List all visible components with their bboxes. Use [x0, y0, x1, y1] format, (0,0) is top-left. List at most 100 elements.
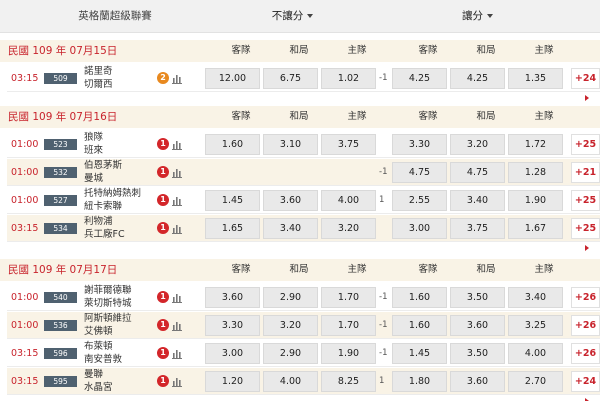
stats-chart-icon[interactable]: [172, 376, 182, 387]
stats-chart-icon[interactable]: [172, 195, 182, 206]
odds-button[interactable]: 4.00: [321, 190, 376, 211]
bet-type-badge: 1: [157, 291, 169, 303]
handicap-odds-button[interactable]: 3.20: [450, 134, 505, 155]
bet-type-badge: 1: [157, 347, 169, 359]
home-team-name: 切爾西: [84, 78, 113, 90]
handicap-odds-button[interactable]: 4.25: [450, 68, 505, 89]
column-header-away: 客隊: [418, 111, 438, 122]
odds-button[interactable]: 1.60: [205, 134, 260, 155]
odds-button[interactable]: 3.60: [263, 190, 318, 211]
stats-chart-icon[interactable]: [172, 139, 182, 150]
stats-chart-icon[interactable]: [172, 348, 182, 359]
handicap-odds-button[interactable]: 2.70: [508, 371, 563, 392]
stats-chart-icon[interactable]: [172, 223, 182, 234]
section-date-header: 民國 109 年 07月16日 客隊 客隊 和局 和局 主隊 主隊: [0, 106, 600, 128]
home-team-name: 兵工廠FC: [84, 228, 125, 240]
more-markets-button[interactable]: +24: [571, 371, 600, 401]
match-id: 540: [44, 292, 77, 303]
handicap-odds-button[interactable]: 3.25: [508, 315, 563, 336]
team-names: 謝菲爾德聯 萊切斯特城: [84, 285, 132, 310]
odds-button[interactable]: 1.70: [321, 315, 376, 336]
more-markets-count: +26: [574, 348, 597, 359]
handicap-odds-button[interactable]: 1.60: [392, 315, 447, 336]
kickoff-time: 01:00: [11, 195, 39, 206]
handicap-odds-button[interactable]: 4.75: [392, 162, 447, 183]
odds-button[interactable]: 3.60: [205, 287, 260, 308]
handicap-odds-button[interactable]: 1.60: [392, 287, 447, 308]
home-team-name: 艾佛頓: [84, 325, 113, 337]
odds-button[interactable]: 2.90: [263, 287, 318, 308]
stats-chart-icon[interactable]: [172, 73, 182, 84]
match-row: 03:15 595 曼聯 水晶宮 1 1.20 4.00 8.25 1 1.80 3.60 2.70 +…: [7, 368, 600, 401]
odds-button[interactable]: 8.25: [321, 371, 376, 392]
more-markets-button[interactable]: +25: [571, 218, 600, 251]
stats-chart-icon[interactable]: [172, 292, 182, 303]
odds-button[interactable]: 1.02: [321, 68, 376, 89]
handicap-odds-button[interactable]: 1.80: [392, 371, 447, 392]
match-date: 民國 109 年 07月16日: [8, 111, 118, 123]
handicap-value: -1: [379, 320, 388, 330]
more-markets-button[interactable]: +26: [571, 315, 600, 348]
away-team-name: 諾里奇: [84, 66, 113, 77]
handicap-odds-button[interactable]: 1.72: [508, 134, 563, 155]
more-markets-button[interactable]: +26: [571, 343, 600, 376]
odds-button[interactable]: 1.20: [205, 371, 260, 392]
stats-chart-icon[interactable]: [172, 320, 182, 331]
handicap-odds-button[interactable]: 3.50: [450, 343, 505, 364]
handicap-odds-button[interactable]: 3.00: [392, 218, 447, 239]
away-team-name: 布萊頓: [84, 341, 113, 352]
arrow-right-icon: [585, 397, 589, 401]
match-id: 523: [44, 139, 77, 150]
no-handicap-market-dropdown[interactable]: 不讓分: [205, 0, 380, 33]
stats-chart-icon[interactable]: [172, 167, 182, 178]
more-markets-button[interactable]: +25: [571, 134, 600, 167]
handicap-odds-button[interactable]: 3.75: [450, 218, 505, 239]
handicap-odds-button[interactable]: 3.60: [450, 315, 505, 336]
odds-button[interactable]: 4.00: [263, 371, 318, 392]
team-names: 布萊頓 南安普敦: [84, 341, 122, 366]
match-row: 03:15 596 布萊頓 南安普敦 1 3.00 2.90 1.90 -1 1.45 3.50 4.…: [7, 340, 600, 376]
handicap-odds-button[interactable]: 1.45: [392, 343, 447, 364]
handicap-odds-button[interactable]: 4.75: [450, 162, 505, 183]
odds-button[interactable]: 1.45: [205, 190, 260, 211]
handicap-odds-button[interactable]: 1.28: [508, 162, 563, 183]
handicap-odds-button[interactable]: 1.90: [508, 190, 563, 211]
arrow-right-icon: [585, 244, 589, 251]
more-markets-count: +25: [574, 195, 597, 206]
odds-button[interactable]: 6.75: [263, 68, 318, 89]
match-row: 01:00 532 伯恩茅斯 曼城 1 -1 4.75 4.75 1.28 +21: [7, 159, 600, 195]
handicap-odds-button[interactable]: 1.35: [508, 68, 563, 89]
odds-button[interactable]: 2.90: [263, 343, 318, 364]
handicap-market-dropdown[interactable]: 讓分: [390, 0, 565, 33]
handicap-odds-button[interactable]: 3.60: [450, 371, 505, 392]
handicap-odds-button[interactable]: 4.25: [392, 68, 447, 89]
handicap-odds-button[interactable]: 3.40: [450, 190, 505, 211]
more-markets-button[interactable]: +24: [571, 68, 600, 101]
handicap-odds-button[interactable]: 2.55: [392, 190, 447, 211]
odds-button[interactable]: 3.20: [263, 315, 318, 336]
bet-type-badge: 1: [157, 194, 169, 206]
odds-button[interactable]: 3.20: [321, 218, 376, 239]
odds-button[interactable]: 1.65: [205, 218, 260, 239]
odds-button[interactable]: 3.75: [321, 134, 376, 155]
handicap-odds-button[interactable]: 3.40: [508, 287, 563, 308]
odds-button[interactable]: 1.90: [321, 343, 376, 364]
odds-button[interactable]: 3.00: [205, 343, 260, 364]
odds-button[interactable]: 12.00: [205, 68, 260, 89]
match-id: 595: [44, 376, 77, 387]
more-markets-count: +25: [574, 139, 597, 150]
column-header-draw: 和局: [289, 111, 309, 122]
handicap-odds-button[interactable]: 1.67: [508, 218, 563, 239]
handicap-odds-button[interactable]: 4.00: [508, 343, 563, 364]
odds-button[interactable]: 3.10: [263, 134, 318, 155]
more-markets-button[interactable]: +26: [571, 287, 600, 320]
column-header-home: 主隊: [347, 45, 367, 56]
handicap-odds-button[interactable]: 3.50: [450, 287, 505, 308]
team-names: 諾里奇 切爾西: [84, 66, 113, 91]
handicap-odds-button[interactable]: 3.30: [392, 134, 447, 155]
odds-button[interactable]: 1.70: [321, 287, 376, 308]
odds-button[interactable]: 3.30: [205, 315, 260, 336]
odds-button[interactable]: 3.40: [263, 218, 318, 239]
more-markets-button[interactable]: +21: [571, 162, 600, 195]
more-markets-button[interactable]: +25: [571, 190, 600, 223]
